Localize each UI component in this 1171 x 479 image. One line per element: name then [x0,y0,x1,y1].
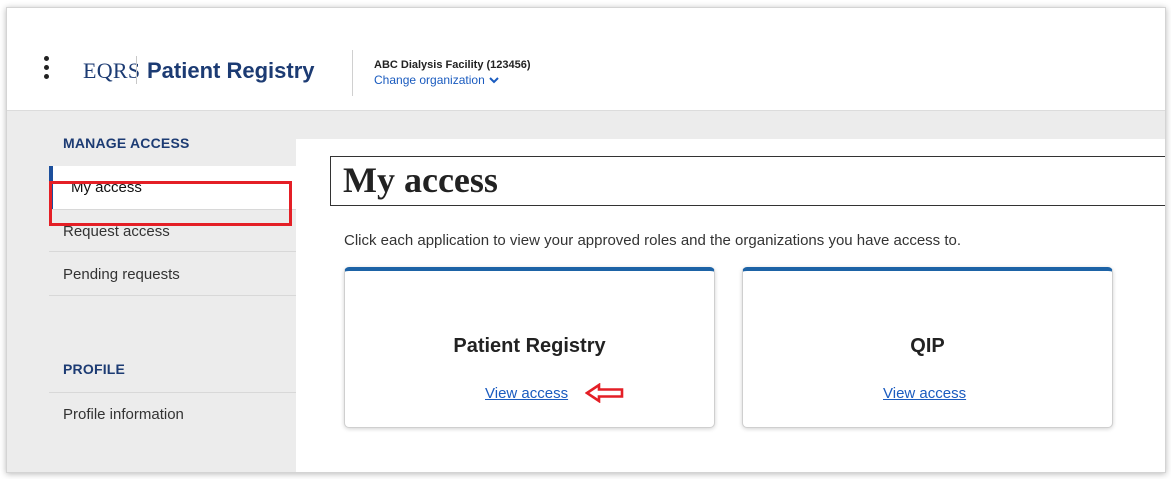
view-access-link[interactable]: View access [485,385,568,402]
sidebar-heading-manage-access: MANAGE ACCESS [63,135,190,151]
card-title: QIP [910,335,945,357]
card-title: Patient Registry [453,335,606,357]
brand-divider [136,56,137,84]
app-window: EQRS Patient Registry ABC Dialysis Facil… [6,7,1166,473]
sidebar-item-request-access[interactable]: Request access [49,209,296,252]
intro-text: Click each application to view your appr… [344,232,962,249]
brand-app-name[interactable]: Patient Registry [147,58,315,84]
content-area: MANAGE ACCESS My access Request access P… [7,111,1165,472]
change-organization-link[interactable]: Change organization [374,73,499,87]
top-header: EQRS Patient Registry ABC Dialysis Facil… [7,8,1165,111]
organization-name: ABC Dialysis Facility (123456) [374,59,531,71]
sidebar-nav: MANAGE ACCESS My access Request access P… [49,135,296,472]
main-panel: My access Click each application to view… [296,139,1165,472]
left-arrow-icon [585,383,624,403]
sidebar-heading-profile: PROFILE [63,361,126,377]
sidebar-item-profile-information[interactable]: Profile information [49,392,296,435]
app-card-qip[interactable]: QIP View access [742,267,1113,428]
app-card-patient-registry[interactable]: Patient Registry View access [344,267,715,428]
sidebar-item-my-access[interactable]: My access [49,166,296,209]
page-title-box: My access [330,156,1165,206]
page-title: My access [343,160,498,200]
header-divider [352,50,353,96]
sidebar-item-pending-requests[interactable]: Pending requests [49,253,296,296]
brand-logo-eqrs[interactable]: EQRS [83,58,140,84]
kebab-menu-icon[interactable] [44,56,50,82]
view-access-link[interactable]: View access [883,385,966,402]
chevron-down-icon [489,75,499,87]
change-organization-label: Change organization [374,73,485,87]
